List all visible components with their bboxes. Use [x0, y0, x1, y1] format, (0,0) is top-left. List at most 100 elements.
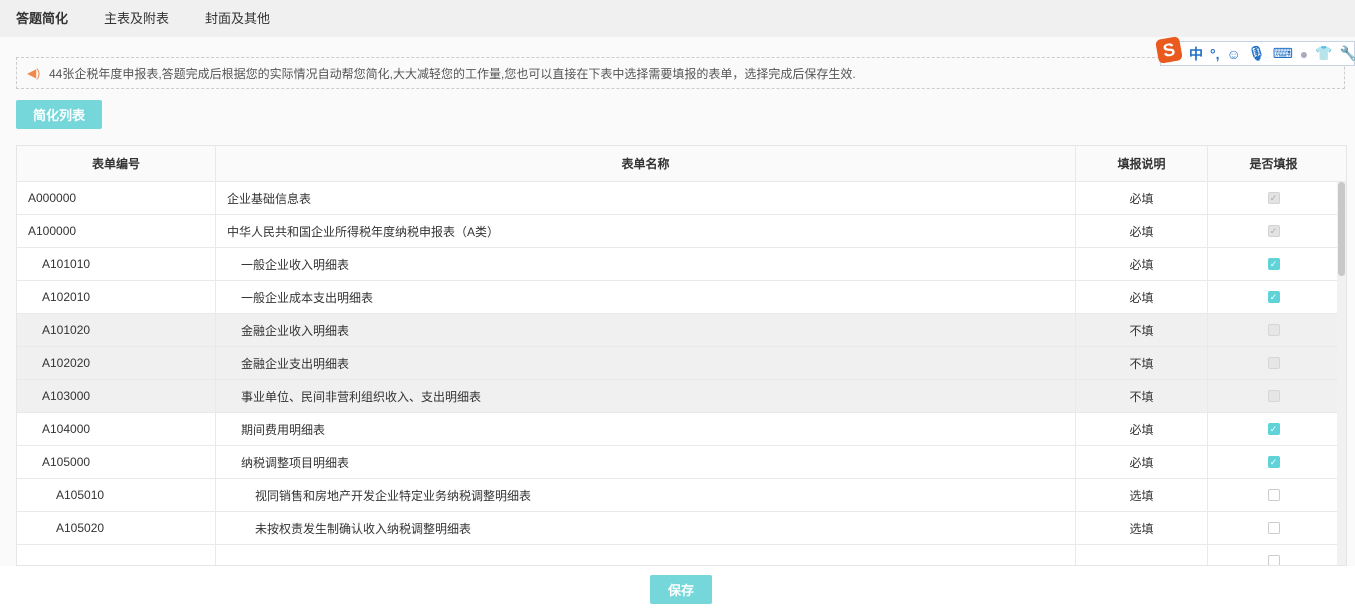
form-name: 一般企业成本支出明细表 [216, 281, 1076, 313]
form-code: A105010 [17, 479, 216, 511]
simplify-list-button[interactable]: 简化列表 [16, 100, 102, 129]
form-name: 视同销售和房地产开发企业特定业务纳税调整明细表 [216, 479, 1076, 511]
fill-checkbox[interactable]: ✓ [1267, 291, 1280, 303]
keyboard-icon[interactable]: ⌨ [1273, 45, 1293, 62]
fill-cell: ✓ [1208, 281, 1339, 313]
fill-note: 必填 [1076, 281, 1208, 313]
skin-shirt-icon[interactable]: 👕 [1315, 45, 1332, 62]
form-code: A105020 [17, 512, 216, 544]
fill-note: 必填 [1076, 446, 1208, 478]
form-code: A103000 [17, 380, 216, 412]
table-row: A101020 金融企业收入明细表 不填 [17, 314, 1346, 347]
table-row: A103000 事业单位、民间非营利组织收入、支出明细表 不填 [17, 380, 1346, 413]
fill-note: 选填 [1076, 479, 1208, 511]
mic-icon[interactable]: 🎙 [1248, 45, 1266, 62]
form-code: A105000 [17, 446, 216, 478]
fill-cell [1208, 512, 1339, 544]
form-name: 事业单位、民间非营利组织收入、支出明细表 [216, 380, 1076, 412]
fill-cell [1208, 545, 1339, 565]
fill-checkbox[interactable] [1267, 555, 1280, 565]
table-row [17, 545, 1346, 565]
fill-checkbox [1267, 357, 1280, 369]
table-row: A000000 企业基础信息表 必填 ✓ [17, 182, 1346, 215]
scrollbar[interactable] [1337, 182, 1346, 565]
table-row: A105000 纳税调整项目明细表 必填 ✓ [17, 446, 1346, 479]
fill-cell: ✓ [1208, 446, 1339, 478]
form-name: 金融企业支出明细表 [216, 347, 1076, 379]
form-name: 金融企业收入明细表 [216, 314, 1076, 346]
form-code: A101020 [17, 314, 216, 346]
fill-note [1076, 545, 1208, 565]
tab-cover-other[interactable]: 封面及其他 [205, 0, 270, 37]
fill-note: 不填 [1076, 314, 1208, 346]
tab-simplify[interactable]: 答题简化 [16, 0, 69, 39]
forms-table: 表单编号 表单名称 填报说明 是否填报 A000000 企业基础信息表 必填 ✓… [16, 145, 1347, 566]
fill-cell [1208, 380, 1339, 412]
form-name: 中华人民共和国企业所得税年度纳税申报表（A类） [216, 215, 1076, 247]
notice-text: 44张企税年度申报表,答题完成后根据您的实际情况自动帮您简化,大大减轻您的工作量… [49, 66, 856, 81]
form-code: A104000 [17, 413, 216, 445]
fill-checkbox[interactable] [1267, 522, 1280, 534]
wrench-icon[interactable]: 🔧 [1340, 45, 1355, 62]
table-header: 表单编号 表单名称 填报说明 是否填报 [17, 146, 1346, 182]
col-fill: 是否填报 [1249, 157, 1298, 171]
fill-checkbox [1267, 324, 1280, 336]
fill-cell [1208, 479, 1339, 511]
fill-cell: ✓ [1208, 413, 1339, 445]
fill-checkbox[interactable]: ✓ [1267, 258, 1280, 270]
notice-box: ◀) 44张企税年度申报表,答题完成后根据您的实际情况自动帮您简化,大大减轻您的… [16, 57, 1345, 89]
tab-main-forms[interactable]: 主表及附表 [104, 0, 169, 37]
form-name: 期间费用明细表 [216, 413, 1076, 445]
form-code: A102020 [17, 347, 216, 379]
ime-lang[interactable]: 中 [1189, 44, 1203, 64]
save-button[interactable]: 保存 [650, 575, 712, 604]
table-row: A104000 期间费用明细表 必填 ✓ [17, 413, 1346, 446]
fill-cell: ✓ [1208, 215, 1339, 247]
main-panel: ◀) 44张企税年度申报表,答题完成后根据您的实际情况自动帮您简化,大大减轻您的… [0, 37, 1355, 566]
fill-cell: ✓ [1208, 182, 1339, 214]
form-name: 一般企业收入明细表 [216, 248, 1076, 280]
fill-cell: ✓ [1208, 248, 1339, 280]
table-row: A105010 视同销售和房地产开发企业特定业务纳税调整明细表 选填 [17, 479, 1346, 512]
table-row: A105020 未按权责发生制确认收入纳税调整明细表 选填 [17, 512, 1346, 545]
form-code: A102010 [17, 281, 216, 313]
speaker-icon: ◀) [27, 66, 41, 80]
fill-note: 必填 [1076, 413, 1208, 445]
fill-note: 不填 [1076, 347, 1208, 379]
table-row: A100000 中华人民共和国企业所得税年度纳税申报表（A类） 必填 ✓ [17, 215, 1346, 248]
table-row: A102010 一般企业成本支出明细表 必填 ✓ [17, 281, 1346, 314]
emoji-icon[interactable]: ☺ [1227, 46, 1241, 62]
table-row: A101010 一般企业收入明细表 必填 ✓ [17, 248, 1346, 281]
fill-note: 必填 [1076, 248, 1208, 280]
form-code: A100000 [17, 215, 216, 247]
fill-cell [1208, 347, 1339, 379]
fill-cell [1208, 314, 1339, 346]
form-name: 纳税调整项目明细表 [216, 446, 1076, 478]
form-name: 未按权责发生制确认收入纳税调整明细表 [216, 512, 1076, 544]
form-name [216, 545, 1076, 565]
form-name: 企业基础信息表 [216, 182, 1076, 214]
fill-checkbox [1267, 390, 1280, 402]
fill-note: 必填 [1076, 182, 1208, 214]
fill-checkbox[interactable] [1267, 489, 1280, 501]
table-row: A102020 金融企业支出明细表 不填 [17, 347, 1346, 380]
col-code: 表单编号 [17, 146, 216, 181]
fill-note: 必填 [1076, 215, 1208, 247]
fill-checkbox[interactable]: ✓ [1267, 456, 1280, 468]
form-code: A000000 [17, 182, 216, 214]
tab-bar: 答题简化 主表及附表 封面及其他 [0, 0, 1355, 39]
col-note: 填报说明 [1076, 146, 1208, 181]
fill-note: 选填 [1076, 512, 1208, 544]
user-icon[interactable]: ● [1300, 46, 1308, 62]
sogou-logo-icon: S [1155, 36, 1183, 64]
form-code [17, 545, 216, 565]
form-code: A101010 [17, 248, 216, 280]
col-name: 表单名称 [216, 146, 1076, 181]
scrollbar-thumb[interactable] [1338, 182, 1345, 276]
ime-punct[interactable]: °, [1210, 46, 1220, 62]
fill-note: 不填 [1076, 380, 1208, 412]
ime-toolbar: S 中 °, ☺ 🎙 ⌨ ● 👕 🔧 [1155, 36, 1355, 66]
fill-checkbox[interactable]: ✓ [1267, 423, 1280, 435]
fill-checkbox: ✓ [1267, 225, 1280, 237]
fill-checkbox: ✓ [1267, 192, 1280, 204]
